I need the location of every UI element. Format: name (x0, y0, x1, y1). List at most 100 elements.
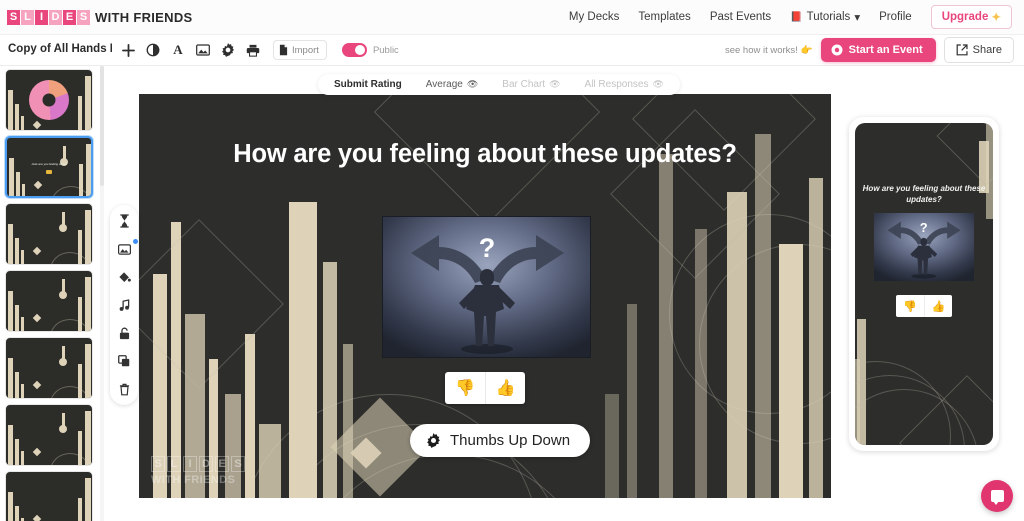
slide-thumbnail-selected[interactable]: How are you feeling about (5, 136, 93, 198)
widget-type-button[interactable]: Thumbs Up Down (410, 424, 591, 457)
deco-city (7, 138, 91, 196)
svg-text:?: ? (479, 233, 496, 263)
deco-city (6, 271, 92, 331)
gear-glyph (222, 43, 234, 57)
image-icon[interactable] (192, 39, 214, 61)
music-glyph (119, 298, 129, 311)
lock-glyph (119, 327, 129, 339)
slide-thumbnail[interactable] (5, 270, 93, 332)
top-navigation-bar: S L I D E S WITH FRIENDS My Decks Templa… (0, 0, 1024, 35)
start-an-event-button[interactable]: Start an Event (820, 38, 936, 62)
public-toggle-switch[interactable] (341, 43, 367, 57)
gear-icon (427, 433, 440, 448)
nav-links: My Decks Templates Past Events 📕 Tutoria… (569, 5, 1024, 29)
background-image-icon[interactable] (114, 239, 138, 258)
nav-link-my-decks[interactable]: My Decks (569, 11, 619, 23)
paint-bucket-icon[interactable] (114, 268, 134, 286)
nav-link-profile[interactable]: Profile (879, 11, 912, 23)
brand-logo[interactable]: S L I D E S WITH FRIENDS (0, 9, 193, 25)
logo-letter: E (63, 9, 76, 25)
two-arrows-man-illustration: ? (383, 217, 590, 357)
deco-city (6, 204, 92, 264)
settings-gear-icon[interactable] (217, 39, 239, 61)
editor-toolbar: Copy of All Hands M A Import Public see … (0, 35, 1024, 66)
nav-link-tutorials[interactable]: 📕 Tutorials ▾ (790, 10, 860, 24)
deck-name-input[interactable]: Copy of All Hands M (0, 43, 112, 57)
deco-city (6, 405, 92, 465)
vote-widget-card[interactable]: 👎 👍 (445, 372, 525, 404)
eye-icon: 👁 (466, 79, 479, 89)
preview-background-art (855, 123, 993, 445)
tab-bar-chart[interactable]: Bar Chart 👁 (490, 79, 572, 90)
share-label: Share (972, 44, 1002, 56)
see-how-it-works-hint[interactable]: see how it works! 👉 (725, 45, 813, 56)
text-icon[interactable]: A (167, 39, 189, 61)
slide-thumbnail[interactable] (5, 337, 93, 399)
mobile-preview-screen: How are you feeling about these updates?… (855, 123, 993, 445)
thumbs-down-button[interactable]: 👎 (445, 372, 485, 404)
nav-link-past-events[interactable]: Past Events (710, 11, 771, 23)
eye-slash-icon: 👁 (549, 79, 561, 89)
svg-text:?: ? (920, 220, 928, 235)
share-external-icon (956, 44, 968, 56)
import-label: Import (292, 44, 319, 56)
toolbar-tool-group: A Import Public (117, 39, 399, 61)
play-circle-icon (831, 44, 843, 56)
lock-icon[interactable] (114, 324, 134, 342)
tab-label: Average (425, 79, 463, 90)
slide-side-toolbar (110, 205, 138, 405)
preview-thumbs-up: 👍 (924, 295, 952, 317)
brand-logo-blocks: S L I D E S (7, 9, 90, 25)
book-icon: 📕 (790, 11, 803, 23)
slide-thumbnail[interactable] (5, 471, 93, 521)
preview-question-title: How are you feeling about these updates? (862, 184, 986, 204)
tab-label: All Responses (584, 79, 649, 90)
nav-link-templates[interactable]: Templates (638, 11, 690, 23)
tab-submit-rating[interactable]: Submit Rating (322, 79, 414, 90)
delete-trash-icon[interactable] (114, 380, 134, 398)
logo-letter: S (77, 9, 90, 25)
brand-logo-text: WITH FRIENDS (95, 9, 193, 25)
hint-text: see how it works! (724, 44, 798, 56)
slide-thumbnail[interactable] (5, 404, 93, 466)
chat-bubble-icon (990, 490, 1004, 505)
music-note-icon[interactable] (114, 296, 134, 314)
slide-thumbnail-list[interactable]: How are you feeling about (0, 66, 104, 521)
slide-thumbnail-title: How are you feeling about (31, 161, 67, 166)
deco-city (6, 338, 92, 398)
donut-chart (29, 80, 69, 120)
widget-type-label: Thumbs Up Down (450, 432, 571, 449)
slide-thumbnail[interactable] (5, 69, 93, 131)
slide-editor-canvas[interactable]: How are you feeling about these updates? (139, 94, 831, 498)
slide-thumbnail-vote-card (46, 170, 52, 175)
pointing-hand-icon: 👉 (800, 44, 813, 56)
add-slide-icon[interactable] (117, 39, 139, 61)
two-arrows-man-illustration: ? (874, 213, 974, 281)
import-button[interactable]: Import (273, 40, 327, 60)
slide-question-title[interactable]: How are you feeling about these updates? (139, 140, 831, 169)
tab-label: Bar Chart (502, 79, 546, 90)
public-toggle[interactable]: Public (341, 43, 399, 57)
tab-all-responses[interactable]: All Responses 👁 (573, 79, 676, 90)
theme-palette-icon[interactable] (142, 39, 164, 61)
slide-image-choices[interactable]: ? (382, 216, 591, 358)
print-icon[interactable] (242, 39, 264, 61)
logo-letter: D (49, 9, 62, 25)
thumbs-up-button[interactable]: 👍 (485, 372, 525, 404)
chevron-down-icon: ▾ (854, 12, 861, 24)
app-root: S L I D E S WITH FRIENDS My Decks Templa… (0, 0, 1024, 521)
share-button[interactable]: Share (943, 37, 1014, 63)
notification-badge (133, 239, 138, 244)
duplicate-icon[interactable] (114, 352, 134, 370)
hourglass-glyph (119, 214, 129, 228)
tab-average[interactable]: Average 👁 (414, 79, 491, 90)
preview-thumbs-down: 👎 (903, 300, 917, 313)
printer-glyph (246, 44, 260, 57)
nav-link-tutorials-label: Tutorials (806, 11, 851, 23)
slide-thumbnail[interactable] (5, 203, 93, 265)
timer-hourglass-icon[interactable] (114, 212, 134, 230)
upgrade-button[interactable]: Upgrade ✦ (930, 5, 1012, 29)
start-an-event-label: Start an Event (848, 44, 923, 56)
document-icon (279, 44, 288, 56)
help-chat-button[interactable] (981, 480, 1013, 512)
